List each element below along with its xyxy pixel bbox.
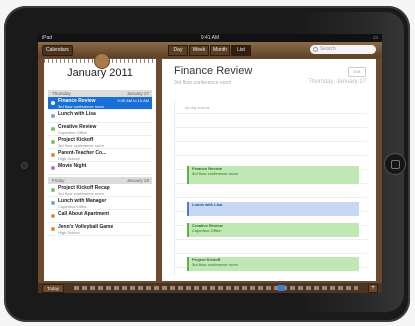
day-timeline: all-day events Finance Review 3rd floor c… xyxy=(174,101,367,277)
binder-ring xyxy=(94,53,110,69)
hour-line xyxy=(175,239,367,240)
event-item-location: 3rd floor conference room xyxy=(58,143,104,148)
list-item[interactable]: Parent-Teacher Co... High School xyxy=(48,149,152,162)
event-item-location: High School xyxy=(58,156,80,161)
add-event-button[interactable]: + xyxy=(368,284,378,293)
calendar-color-dot xyxy=(51,214,55,218)
calendar-color-dot xyxy=(51,166,55,170)
bottom-bar: Today + xyxy=(38,283,382,293)
event-detail-panel: Finance Review Edit 3rd floor conference… xyxy=(162,59,376,281)
list-item[interactable]: Creative Review Cupertino Office xyxy=(48,123,152,136)
calendar-color-dot xyxy=(51,140,55,144)
home-button[interactable] xyxy=(384,153,406,175)
search-icon xyxy=(313,47,318,52)
scrubber-handle[interactable] xyxy=(278,285,285,291)
view-switcher: Day Week Month List xyxy=(168,45,252,56)
list-item[interactable]: Lunch with Lisa xyxy=(48,110,152,123)
event-item-title: Call About Apartment xyxy=(58,211,110,217)
event-item-location: Cupertino Office xyxy=(58,130,87,135)
calendar-color-dot xyxy=(51,153,55,157)
clock: 9:41 AM xyxy=(200,35,220,41)
event-list-panel: January 2011 Thursday January 27 Friday … xyxy=(44,59,156,281)
list-item[interactable]: Lunch with Manager Cupertino Office xyxy=(48,197,152,210)
event-block-location: 3rd floor conference room xyxy=(192,171,238,176)
event-item-title: Lunch with Lisa xyxy=(58,111,96,117)
hour-line xyxy=(175,127,367,128)
calendar-color-dot xyxy=(51,227,55,231)
event-location: 3rd floor conference room xyxy=(174,80,232,86)
date-scrubber[interactable] xyxy=(74,285,358,291)
event-date: Thursday, January 27 xyxy=(308,79,366,85)
event-item-location: High School xyxy=(58,230,80,235)
list-item[interactable]: Jenn's Volleyball Game High School xyxy=(48,223,152,236)
event-title: Finance Review xyxy=(174,65,253,77)
hour-line xyxy=(175,197,367,198)
event-block[interactable]: Creative Review Cupertino Office xyxy=(187,223,359,237)
list-item[interactable]: Project Kickoff Recap 3rd floor conferenc… xyxy=(48,184,152,197)
tab-week[interactable]: Week xyxy=(189,45,209,56)
day-header: Friday January 28 xyxy=(48,177,152,184)
event-item-time: 9:30 AM to 10 AM xyxy=(117,98,149,103)
event-item-location: 3rd floor conference room xyxy=(58,191,104,196)
calendar-app: iPad 9:41 AM ▭ Calendars Day Week Month … xyxy=(38,34,382,293)
calendars-button[interactable]: Calendars xyxy=(42,45,73,56)
toolbar: Calendars Day Week Month List Search xyxy=(38,42,382,58)
event-block-location: Cupertino Office xyxy=(192,228,221,233)
event-item-location: Cupertino Office xyxy=(58,204,87,209)
calendar-color-dot xyxy=(51,127,55,131)
calendar-color-dot xyxy=(51,101,55,105)
list-item[interactable]: Call About Apartment xyxy=(48,210,152,223)
edit-button[interactable]: Edit xyxy=(348,67,366,77)
calendar-color-dot xyxy=(51,188,55,192)
hour-line xyxy=(175,253,367,254)
status-bar: iPad 9:41 AM ▭ xyxy=(38,34,382,42)
day-header: Thursday January 27 xyxy=(48,90,152,97)
hour-line xyxy=(175,155,367,156)
calendar-color-dot xyxy=(51,114,55,118)
list-item[interactable]: Finance Review 3rd floor conference room 9… xyxy=(48,97,152,110)
event-block[interactable]: Finance Review 3rd floor conference room xyxy=(187,166,359,184)
list-item[interactable]: Movie Night xyxy=(48,162,152,175)
event-block[interactable]: Lunch with Lisa xyxy=(187,202,359,216)
calendar-color-dot xyxy=(51,201,55,205)
hour-line xyxy=(175,141,367,142)
event-item-title: Movie Night xyxy=(58,163,87,169)
event-block-location: 3rd floor conference room xyxy=(192,262,238,267)
search-input[interactable]: Search xyxy=(310,45,376,54)
tab-day[interactable]: Day xyxy=(168,45,188,56)
battery-icon: ▭ xyxy=(373,35,378,41)
event-item-location: 3rd floor conference room xyxy=(58,104,104,109)
hour-line xyxy=(175,113,367,114)
list-item[interactable]: Project Kickoff 3rd floor conference room xyxy=(48,136,152,149)
event-block-title: Lunch with Lisa xyxy=(192,202,223,207)
event-block[interactable]: Project Kickoff 3rd floor conference room xyxy=(187,257,359,271)
tab-list[interactable]: List xyxy=(231,45,251,56)
tab-month[interactable]: Month xyxy=(210,45,230,56)
today-button[interactable]: Today xyxy=(42,284,65,293)
camera-icon xyxy=(22,163,27,168)
all-day-label: all-day events xyxy=(185,105,210,110)
